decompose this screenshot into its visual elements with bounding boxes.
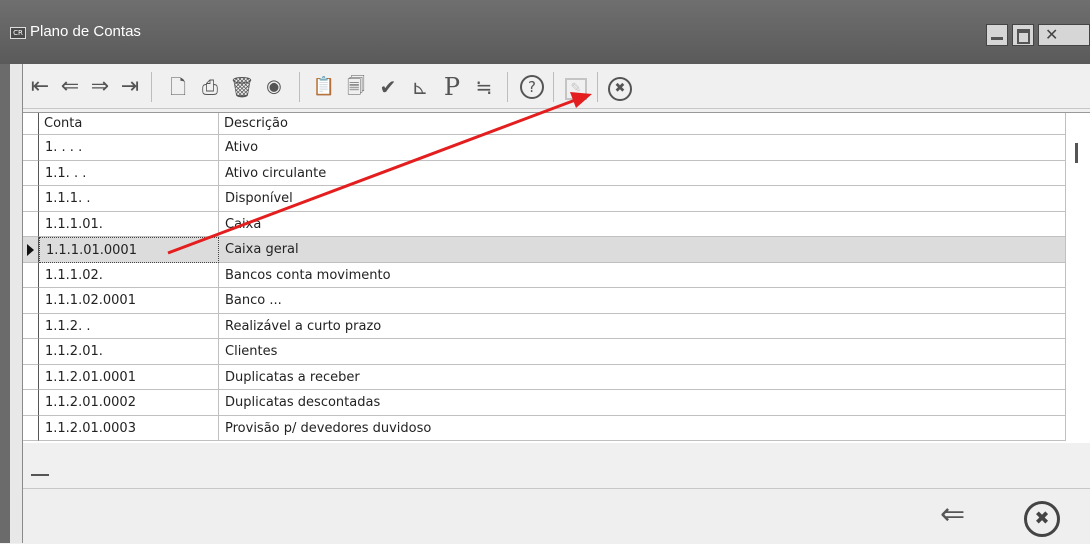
row-indicator <box>23 390 39 416</box>
row-indicator <box>23 364 39 390</box>
cell-descricao[interactable]: Ativo <box>219 135 1066 161</box>
cell-conta[interactable]: 1.1.2.01.0002 <box>39 390 219 416</box>
toolbar-separator <box>151 72 152 102</box>
row-indicator <box>23 186 39 212</box>
table-row[interactable]: 1.1.2.01.0002 Duplicatas descontadas <box>23 390 1066 416</box>
table-row-selected[interactable]: 1.1.1.01.0001 Caixa geral <box>23 237 1066 263</box>
toolbar-separator <box>299 72 300 102</box>
table-row[interactable]: 1.1. . . Ativo circulante <box>23 160 1066 186</box>
vertical-scrollbar[interactable] <box>1066 135 1090 443</box>
row-indicator <box>23 262 39 288</box>
column-header-conta[interactable]: Conta <box>39 113 219 135</box>
cell-descricao[interactable]: Bancos conta movimento <box>219 262 1066 288</box>
toolbar-separator <box>597 72 598 102</box>
row-indicator <box>23 160 39 186</box>
clipboard-icon[interactable]: 📋 <box>309 70 339 104</box>
cell-descricao[interactable]: Banco ... <box>219 288 1066 314</box>
new-document-icon[interactable]: 🗋 <box>163 70 193 104</box>
toolbar-separator <box>553 72 554 102</box>
window-title: Plano de Contas <box>30 23 141 40</box>
cell-conta[interactable]: 1.1.2.01.0003 <box>39 415 219 441</box>
cell-conta[interactable]: 1.1.2.01.0001 <box>39 364 219 390</box>
row-indicator-header <box>23 113 39 135</box>
table-row[interactable]: 1.1.1.02.0001 Banco ... <box>23 288 1066 314</box>
back-arrow-icon[interactable]: ⇐ <box>940 496 965 534</box>
cell-conta[interactable]: 1. . . . <box>39 135 219 161</box>
cell-conta[interactable]: 1.1.1.01.0001 <box>39 237 219 263</box>
last-record-icon[interactable]: ⇥ <box>115 70 145 104</box>
row-indicator <box>23 415 39 441</box>
cell-descricao[interactable]: Disponível <box>219 186 1066 212</box>
splitter-handle[interactable] <box>31 474 49 476</box>
next-record-icon[interactable]: ⇒ <box>85 70 115 104</box>
cell-descricao[interactable]: Clientes <box>219 339 1066 365</box>
filter-icon[interactable]: ≒ <box>469 70 499 104</box>
table-row[interactable]: 1.1.1. . Disponível <box>23 186 1066 212</box>
cell-descricao[interactable]: Caixa geral <box>219 237 1066 263</box>
row-indicator <box>23 211 39 237</box>
cell-conta[interactable]: 1.1.2. . <box>39 313 219 339</box>
tree-view-icon[interactable]: ⊾ <box>405 70 435 104</box>
copy-icon[interactable]: 🗐 <box>341 70 371 104</box>
table-row[interactable]: 1.1.2.01.0003 Provisão p/ devedores duvid… <box>23 415 1066 441</box>
close-icon[interactable]: ✖ <box>605 70 635 104</box>
toolbar-separator <box>507 72 508 102</box>
row-indicator <box>23 313 39 339</box>
p-button-icon[interactable]: P <box>437 70 467 104</box>
help-icon[interactable]: ? <box>517 70 547 104</box>
row-indicator <box>23 237 39 263</box>
column-header-descricao[interactable]: Descrição <box>219 113 1066 135</box>
accounts-grid: Conta Descrição 1. . . . Ativo 1.1. . . At… <box>23 112 1090 443</box>
cell-descricao[interactable]: Caixa <box>219 211 1066 237</box>
bottom-bar <box>23 488 1090 544</box>
edit-disabled-icon: ✎ <box>561 70 591 104</box>
cell-conta[interactable]: 1.1. . . <box>39 160 219 186</box>
close-circle-icon[interactable]: ✖ <box>1024 496 1060 537</box>
cell-conta[interactable]: 1.1.1.02.0001 <box>39 288 219 314</box>
print-icon[interactable]: ⎙ <box>195 70 225 104</box>
table-row[interactable]: 1.1.2. . Realizável a curto prazo <box>23 313 1066 339</box>
title-bar: CR Plano de Contas ✕ <box>0 0 1090 64</box>
prev-record-icon[interactable]: ⇐ <box>55 70 85 104</box>
cell-conta[interactable]: 1.1.2.01. <box>39 339 219 365</box>
close-window-button[interactable]: ✕ <box>1038 24 1090 46</box>
maximize-button[interactable] <box>1012 24 1034 46</box>
cell-conta[interactable]: 1.1.1. . <box>39 186 219 212</box>
window-frame-inner <box>10 64 23 543</box>
window-frame-left <box>0 64 10 543</box>
app-icon: CR <box>10 27 26 39</box>
toolbar: ⇤ ⇐ ⇒ ⇥ 🗋 ⎙ 🗑 ◉ 📋 🗐 ✔ ⊾ P ≒ ? ✎ ✖ <box>23 68 1090 109</box>
view-icon[interactable]: ◉ <box>259 70 289 104</box>
cell-descricao[interactable]: Realizável a curto prazo <box>219 313 1066 339</box>
delete-icon[interactable]: 🗑 <box>227 70 257 104</box>
row-indicator <box>23 135 39 161</box>
table-row[interactable]: 1.1.1.01. Caixa <box>23 211 1066 237</box>
cell-conta[interactable]: 1.1.1.02. <box>39 262 219 288</box>
cell-conta[interactable]: 1.1.1.01. <box>39 211 219 237</box>
table-row[interactable]: 1.1.1.02. Bancos conta movimento <box>23 262 1066 288</box>
table-row[interactable]: 1. . . . Ativo <box>23 135 1066 161</box>
cell-descricao[interactable]: Duplicatas a receber <box>219 364 1066 390</box>
minimize-button[interactable] <box>986 24 1008 46</box>
check-icon[interactable]: ✔ <box>373 70 403 104</box>
close-icon: ✕ <box>1045 25 1059 44</box>
cell-descricao[interactable]: Duplicatas descontadas <box>219 390 1066 416</box>
current-row-icon <box>27 244 34 256</box>
cell-descricao[interactable]: Provisão p/ devedores duvidoso <box>219 415 1066 441</box>
row-indicator <box>23 339 39 365</box>
table-row[interactable]: 1.1.2.01.0001 Duplicatas a receber <box>23 364 1066 390</box>
table-row[interactable]: 1.1.2.01. Clientes <box>23 339 1066 365</box>
first-record-icon[interactable]: ⇤ <box>25 70 55 104</box>
scrollbar-thumb[interactable] <box>1075 143 1078 163</box>
cell-descricao[interactable]: Ativo circulante <box>219 160 1066 186</box>
row-indicator <box>23 288 39 314</box>
